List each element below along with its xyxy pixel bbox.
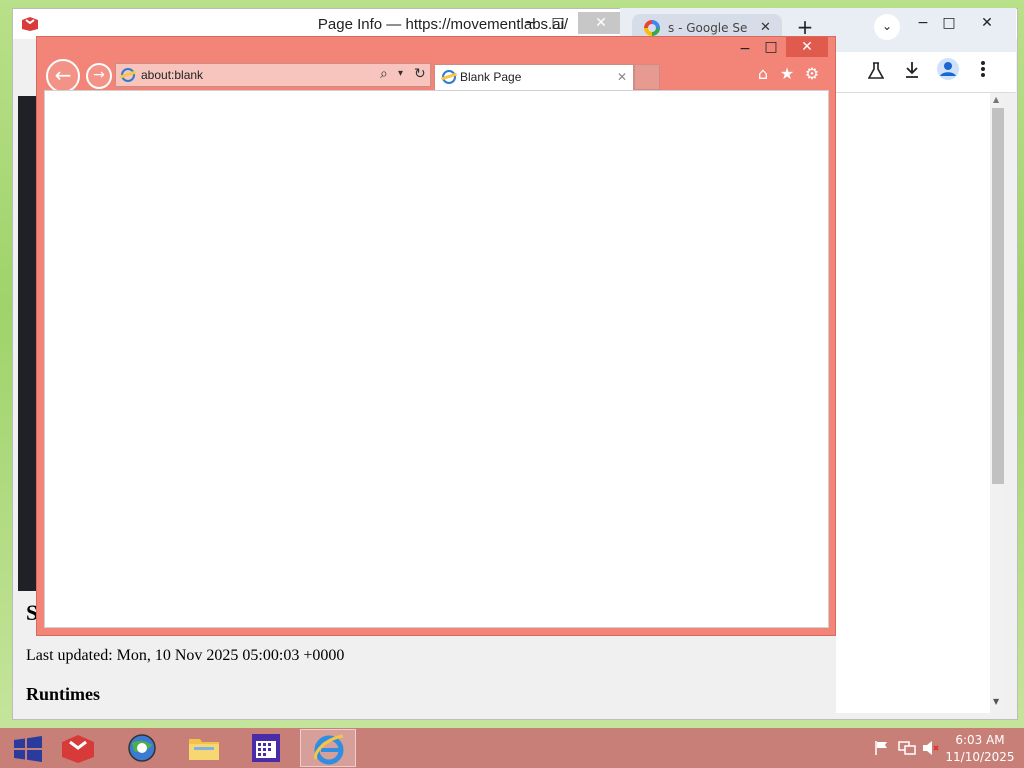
ie-tab-title: Blank Page [460,70,522,84]
ie-maximize-button[interactable]: □ [756,36,786,58]
ie-close-button[interactable]: ✕ [786,37,828,57]
page-info-maximize-button[interactable]: □ [543,12,573,34]
windows-logo-icon [14,736,42,762]
chrome-tab-close-button[interactable]: ✕ [760,20,771,35]
scroll-down-arrow-icon[interactable]: ▼ [993,697,999,706]
chrome-toolbar [836,52,1016,93]
chrome-scrollbar-thumb[interactable] [992,108,1004,484]
folder-icon [189,739,219,760]
more-menu-icon[interactable] [980,60,986,78]
ie-tab-favicon-icon [442,70,456,84]
ie-tab-blank-page[interactable]: Blank Page ✕ [434,64,634,90]
search-icon[interactable]: ⌕ [380,66,388,82]
ie-address-text[interactable]: about:blank [141,68,203,82]
clock-date[interactable]: 11/10/2025 [940,750,1020,764]
calendar-icon [252,734,280,762]
tools-gear-icon[interactable]: ⚙ [801,63,823,85]
download-icon[interactable] [904,61,920,79]
taskbar-app-calendar[interactable] [238,729,294,767]
google-logo-icon [644,20,660,36]
chrome-tab-search-button[interactable]: ⌄ [874,14,900,40]
back-arrow-icon: ← [54,63,72,87]
background-last-updated: Last updated: Mon, 10 Nov 2025 05:00:03 … [26,647,345,664]
labs-flask-icon[interactable] [868,62,884,80]
taskbar-app-internet-explorer[interactable] [300,729,356,767]
taskbar-app-globe[interactable] [114,729,170,767]
chrome-close-button[interactable]: ✕ [972,12,1002,34]
home-icon[interactable]: ⌂ [752,63,774,85]
volume-muted-icon[interactable] [922,740,940,756]
network-icon[interactable] [898,740,916,756]
scroll-up-arrow-icon[interactable]: ▲ [993,95,999,104]
background-sidebar [18,96,38,591]
address-dropdown-icon[interactable]: ▾ [398,68,403,79]
taskbar-app-red-box[interactable] [50,729,106,767]
page-info-close-button[interactable]: ✕ [578,12,624,34]
ie-new-tab-button[interactable] [634,64,660,90]
red-box-app-icon [62,735,94,763]
ie-forward-button[interactable]: → [86,63,112,89]
ie-address-bar[interactable]: about:blank ⌕ ▾ ↻ [115,63,431,87]
forward-arrow-icon: → [93,67,105,83]
background-section-heading: Runtimes [26,684,101,704]
chrome-page-content [836,93,990,713]
chrome-tab-label: s - Google Sear [668,21,748,35]
ie-icon [314,734,344,765]
ie-tab-close-button[interactable]: ✕ [617,70,627,84]
ie-back-button[interactable]: ← [46,59,80,93]
ie-page-icon [121,68,135,82]
refresh-icon[interactable]: ↻ [414,66,426,82]
clock-time[interactable]: 6:03 AM [940,733,1020,747]
globe-app-icon [128,734,156,762]
favorites-star-icon[interactable]: ★ [776,63,798,85]
page-info-minimize-button[interactable]: − [516,12,546,34]
chrome-maximize-button[interactable]: □ [934,12,964,34]
action-center-flag-icon[interactable] [874,740,890,756]
ie-page-content[interactable] [44,90,829,628]
profile-icon[interactable] [937,58,959,80]
taskbar-app-file-explorer[interactable] [176,729,232,767]
